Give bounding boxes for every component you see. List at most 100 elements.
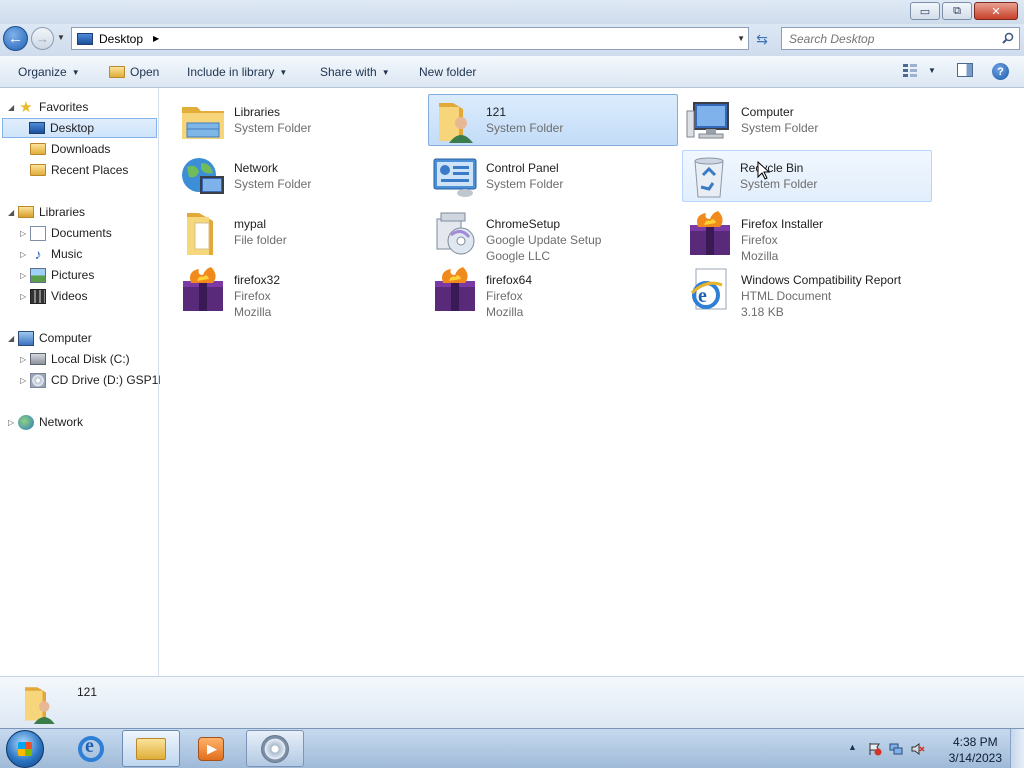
pictures-icon — [30, 267, 46, 283]
new-folder-button[interactable]: New folder — [419, 65, 476, 79]
firefox-installer-icon — [435, 267, 475, 311]
file-item-recycle-bin[interactable]: Recycle Bin System Folder — [682, 150, 932, 202]
firefox-installer-icon — [690, 211, 730, 255]
clock-date: 3/14/2023 — [948, 751, 1002, 765]
nav-videos[interactable]: ▷ Videos — [20, 286, 87, 306]
caret-down-icon: ▼ — [279, 67, 288, 77]
include-in-library-label: Include in library — [187, 65, 275, 79]
file-type: System Folder — [234, 177, 312, 191]
nav-pictures[interactable]: ▷ Pictures — [20, 265, 94, 285]
file-name: firefox32 — [234, 273, 281, 287]
share-with-button[interactable]: Share with ▼ — [320, 65, 390, 79]
recycle-bin-icon — [694, 157, 724, 198]
close-button[interactable]: ✕ — [974, 2, 1018, 20]
expanded-arrow-icon[interactable]: ◢ — [8, 103, 18, 112]
file-name: Libraries — [234, 105, 281, 119]
nav-desktop[interactable]: Desktop — [2, 118, 157, 138]
nav-favorites[interactable]: ◢ ★ Favorites — [8, 97, 88, 117]
computer-icon — [18, 330, 34, 346]
volume-muted-icon[interactable] — [911, 742, 925, 756]
change-view-button[interactable]: ▼ — [902, 63, 936, 77]
collapsed-arrow-icon[interactable]: ▷ — [20, 250, 30, 259]
file-list: Libraries System Folder 121 System Folde… — [160, 88, 1024, 676]
network-status-icon[interactable] — [889, 742, 903, 756]
maximize-button[interactable]: ⧉ — [942, 2, 972, 20]
file-name: firefox64 — [486, 273, 533, 287]
setup-installer-icon — [261, 734, 289, 763]
nav-libraries[interactable]: ◢ Libraries — [8, 202, 85, 222]
html-document-icon: e — [690, 268, 727, 310]
file-item-firefox-installer[interactable]: Firefox Installer Firefox Mozilla — [683, 206, 933, 263]
recent-pages-dropdown[interactable]: ▼ — [57, 33, 65, 42]
file-item-windows-compatibility-report[interactable]: e Windows Compatibility Report HTML Docu… — [683, 262, 933, 319]
help-button[interactable]: ? — [992, 63, 1009, 80]
taskbar-internet-explorer[interactable] — [62, 730, 120, 767]
nav-cd-drive[interactable]: ▷ CD Drive (D:) GSP1R — [20, 370, 167, 390]
nav-label: Recent Places — [51, 163, 129, 177]
file-item-firefox64[interactable]: firefox64 Firefox Mozilla — [428, 262, 678, 319]
search-box[interactable] — [781, 27, 1020, 50]
show-desktop-button[interactable] — [1010, 729, 1024, 768]
nav-label: CD Drive (D:) GSP1R — [51, 373, 168, 387]
expanded-arrow-icon[interactable]: ◢ — [8, 334, 18, 343]
setup-installer-icon — [436, 212, 475, 255]
file-type: System Folder — [234, 121, 312, 135]
hard-disk-icon — [30, 353, 46, 365]
nav-label: Favorites — [39, 100, 89, 114]
nav-label: Pictures — [51, 268, 95, 282]
file-type: Firefox — [741, 233, 778, 247]
collapsed-arrow-icon[interactable]: ▷ — [20, 355, 30, 364]
collapsed-arrow-icon[interactable]: ▷ — [20, 376, 30, 385]
collapsed-arrow-icon[interactable]: ▷ — [20, 292, 30, 301]
taskbar-windows-explorer[interactable] — [122, 730, 180, 767]
nav-music[interactable]: ▷ ♪ Music — [20, 244, 82, 264]
show-hidden-icons-icon[interactable]: ▲ — [848, 742, 857, 752]
open-button[interactable]: Open — [109, 65, 159, 79]
file-item-121[interactable]: 121 System Folder — [428, 94, 678, 146]
clock[interactable]: 4:38 PM 3/14/2023 — [949, 734, 1002, 766]
address-row: ← → ▼ Desktop ▶ ▼ ⇆ — [0, 24, 1024, 56]
file-item-firefox32[interactable]: firefox32 Firefox Mozilla — [176, 262, 426, 319]
search-input[interactable] — [789, 31, 989, 46]
chevron-right-icon[interactable]: ▶ — [153, 34, 159, 43]
file-type: Google Update Setup — [486, 233, 602, 247]
collapsed-arrow-icon[interactable]: ▷ — [8, 418, 18, 427]
collapsed-arrow-icon[interactable]: ▷ — [20, 271, 30, 280]
file-item-mypal[interactable]: mypal File folder — [176, 206, 426, 258]
file-item-control-panel[interactable]: Control Panel System Folder — [428, 150, 678, 202]
address-location[interactable]: Desktop — [99, 32, 143, 46]
nav-computer[interactable]: ◢ Computer — [8, 328, 92, 348]
file-item-computer[interactable]: Computer System Folder — [683, 94, 933, 146]
search-icon[interactable] — [1002, 32, 1014, 44]
collapsed-arrow-icon[interactable]: ▷ — [20, 229, 30, 238]
minimize-button[interactable]: ▭ — [910, 2, 940, 20]
taskbar-setup-program[interactable] — [246, 730, 304, 767]
file-item-chromesetup[interactable]: ChromeSetup Google Update Setup Google L… — [428, 206, 678, 263]
details-pane: 121 — [0, 676, 1024, 728]
refresh-button[interactable]: ⇆ — [752, 29, 772, 49]
expanded-arrow-icon[interactable]: ◢ — [8, 208, 18, 217]
nav-documents[interactable]: ▷ Documents — [20, 223, 112, 243]
file-publisher: Mozilla — [741, 249, 779, 263]
address-dropdown-icon[interactable]: ▼ — [737, 34, 745, 43]
forward-button[interactable]: → — [31, 27, 54, 50]
file-publisher: Mozilla — [234, 305, 272, 319]
action-center-flag-icon[interactable] — [868, 742, 882, 756]
back-button[interactable]: ← — [3, 26, 28, 51]
address-bar[interactable]: Desktop ▶ ▼ — [71, 27, 749, 50]
include-in-library-button[interactable]: Include in library ▼ — [187, 65, 287, 79]
nav-local-disk[interactable]: ▷ Local Disk (C:) — [20, 349, 130, 369]
nav-network[interactable]: ▷ Network — [8, 412, 83, 432]
taskbar-media-player[interactable] — [182, 730, 240, 767]
open-folder-icon — [109, 66, 125, 78]
cd-drive-icon — [30, 372, 46, 388]
file-item-network[interactable]: Network System Folder — [176, 150, 426, 202]
organize-button[interactable]: Organize ▼ — [18, 65, 80, 79]
nav-recent-places[interactable]: Recent Places — [30, 160, 128, 180]
caret-down-icon[interactable]: ▼ — [928, 66, 936, 75]
start-button[interactable] — [6, 730, 44, 768]
nav-downloads[interactable]: Downloads — [30, 139, 110, 159]
file-name: Windows Compatibility Report — [741, 273, 902, 287]
preview-pane-button[interactable] — [957, 63, 973, 77]
file-item-libraries[interactable]: Libraries System Folder — [176, 94, 426, 146]
